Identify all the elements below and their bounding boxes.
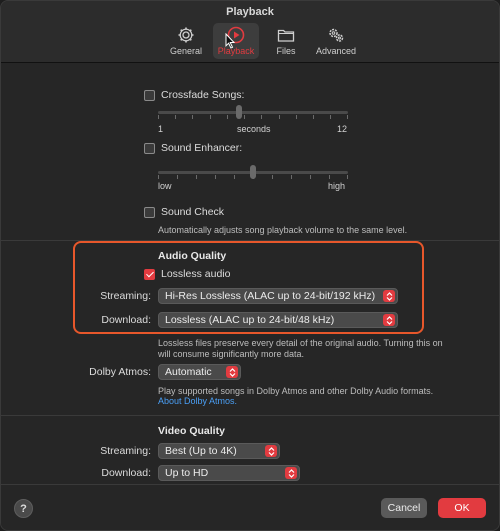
cancel-button[interactable]: Cancel bbox=[381, 498, 427, 518]
crossfade-row: Crossfade Songs: bbox=[144, 89, 244, 101]
preferences-window: Playback General Playback Files Advanced… bbox=[0, 0, 500, 531]
video-download-label: Download: bbox=[101, 467, 151, 479]
window-title: Playback bbox=[226, 6, 274, 18]
streaming-quality-value: Hi-Res Lossless (ALAC up to 24-bit/192 k… bbox=[165, 290, 376, 302]
dolby-atmos-value: Automatic bbox=[165, 366, 212, 378]
about-dolby-link[interactable]: About Dolby Atmos. bbox=[158, 396, 237, 406]
lossless-label: Lossless audio bbox=[161, 268, 231, 280]
chevron-updown-icon bbox=[226, 366, 238, 378]
video-streaming-label: Streaming: bbox=[100, 445, 151, 457]
lossless-checkbox[interactable] bbox=[144, 268, 155, 280]
video-quality-heading: Video Quality bbox=[158, 425, 225, 437]
gears-icon bbox=[329, 28, 344, 42]
chevron-updown-icon bbox=[265, 445, 277, 457]
sound-check-label: Sound Check bbox=[161, 206, 225, 218]
download-quality-select[interactable]: Lossless (ALAC up to 24-bit/48 kHz) bbox=[158, 312, 398, 328]
crossfade-min: 1 bbox=[158, 124, 164, 134]
toolbar: Playback General Playback Files Advanced bbox=[1, 1, 499, 63]
chevron-updown-icon bbox=[383, 290, 395, 302]
folder-icon bbox=[277, 29, 295, 42]
lossless-note-line2: will consume significantly more data. bbox=[158, 349, 305, 359]
enhancer-slider-thumb[interactable] bbox=[250, 165, 256, 179]
sound-check-checkbox[interactable] bbox=[144, 206, 155, 218]
tab-label: General bbox=[169, 46, 203, 56]
video-download-select[interactable]: Up to HD bbox=[158, 465, 300, 481]
enhancer-checkbox[interactable] bbox=[144, 142, 155, 154]
section-divider bbox=[1, 415, 499, 416]
download-label: Download: bbox=[101, 314, 151, 326]
lossless-row: Lossless audio bbox=[144, 268, 230, 280]
video-streaming-value: Best (Up to 4K) bbox=[165, 445, 237, 457]
streaming-quality-select[interactable]: Hi-Res Lossless (ALAC up to 24-bit/192 k… bbox=[158, 288, 398, 304]
gear-icon bbox=[178, 27, 194, 43]
enhancer-row: Sound Enhancer: bbox=[144, 142, 242, 154]
video-streaming-select[interactable]: Best (Up to 4K) bbox=[158, 443, 280, 459]
crossfade-label: Crossfade Songs: bbox=[161, 89, 245, 101]
mouse-pointer-icon bbox=[225, 33, 236, 49]
audio-quality-heading: Audio Quality bbox=[158, 250, 227, 262]
crossfade-unit: seconds bbox=[237, 124, 271, 134]
enhancer-label: Sound Enhancer: bbox=[161, 142, 243, 154]
streaming-label: Streaming: bbox=[100, 290, 151, 302]
enhancer-max: high bbox=[328, 181, 346, 191]
tab-label: Files bbox=[276, 46, 296, 56]
enhancer-slider[interactable] bbox=[158, 165, 348, 179]
crossfade-slider[interactable] bbox=[158, 105, 348, 119]
sound-check-row: Sound Check bbox=[144, 206, 224, 218]
chevron-updown-icon bbox=[383, 314, 395, 326]
help-button[interactable]: ? bbox=[14, 499, 33, 518]
ok-button[interactable]: OK bbox=[438, 498, 486, 518]
crossfade-slider-thumb[interactable] bbox=[236, 105, 242, 119]
video-download-value: Up to HD bbox=[165, 467, 209, 479]
footer-bar: ? Cancel OK bbox=[1, 484, 499, 530]
chevron-updown-icon bbox=[285, 467, 297, 479]
crossfade-checkbox[interactable] bbox=[144, 89, 155, 101]
crossfade-max: 12 bbox=[337, 124, 348, 134]
tab-bar: General Playback Files Advanced bbox=[163, 23, 359, 59]
tab-general[interactable]: General bbox=[163, 23, 209, 59]
tab-label: Advanced bbox=[315, 46, 357, 56]
dolby-label: Dolby Atmos: bbox=[89, 366, 151, 378]
tab-advanced[interactable]: Advanced bbox=[313, 23, 359, 59]
enhancer-min: low bbox=[158, 181, 172, 191]
tab-files[interactable]: Files bbox=[263, 23, 309, 59]
dolby-atmos-select[interactable]: Automatic bbox=[158, 364, 241, 380]
sound-check-description: Automatically adjusts song playback volu… bbox=[158, 225, 408, 235]
download-quality-value: Lossless (ALAC up to 24-bit/48 kHz) bbox=[165, 314, 335, 326]
